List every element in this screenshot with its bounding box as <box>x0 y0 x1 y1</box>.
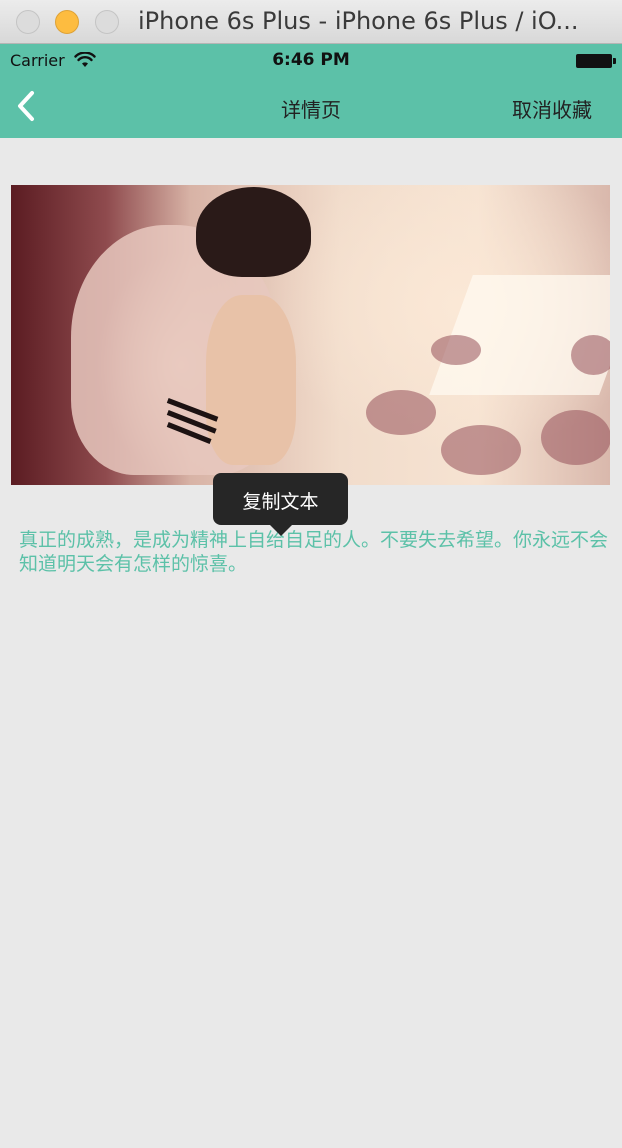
simulator-titlebar: iPhone 6s Plus - iPhone 6s Plus / iO... <box>0 0 622 44</box>
image-floor-stone <box>366 390 436 435</box>
image-figure-hair <box>196 187 311 277</box>
battery-icon <box>576 54 616 68</box>
popover-arrow <box>270 525 292 536</box>
window-zoom-button[interactable] <box>95 10 119 34</box>
copy-popover: 复制文本 <box>213 473 348 536</box>
image-floor-stone <box>571 335 610 375</box>
image-figure-stripes <box>166 398 219 444</box>
status-clock: 6:46 PM <box>272 50 350 70</box>
status-bar: Carrier 6:46 PM <box>0 44 622 76</box>
window-minimize-button[interactable] <box>55 10 79 34</box>
unfavorite-button[interactable]: 取消收藏 <box>512 94 592 123</box>
image-floor-stone <box>431 335 481 365</box>
copy-text-button[interactable]: 复制文本 <box>213 487 348 514</box>
window-close-button[interactable] <box>16 10 40 34</box>
quote-text[interactable]: 真正的成熟，是成为精神上自给自足的人。不要失去希望。你永远不会知道明天会有怎样的… <box>19 528 614 576</box>
detail-image <box>11 185 610 485</box>
navigation-bar: 详情页 取消收藏 <box>0 76 622 138</box>
window-title: iPhone 6s Plus - iPhone 6s Plus / iO... <box>138 7 579 35</box>
image-floor-stone <box>541 410 610 465</box>
image-floor-stone <box>441 425 521 475</box>
app-header: Carrier 6:46 PM 详情页 取消收藏 <box>0 44 622 138</box>
